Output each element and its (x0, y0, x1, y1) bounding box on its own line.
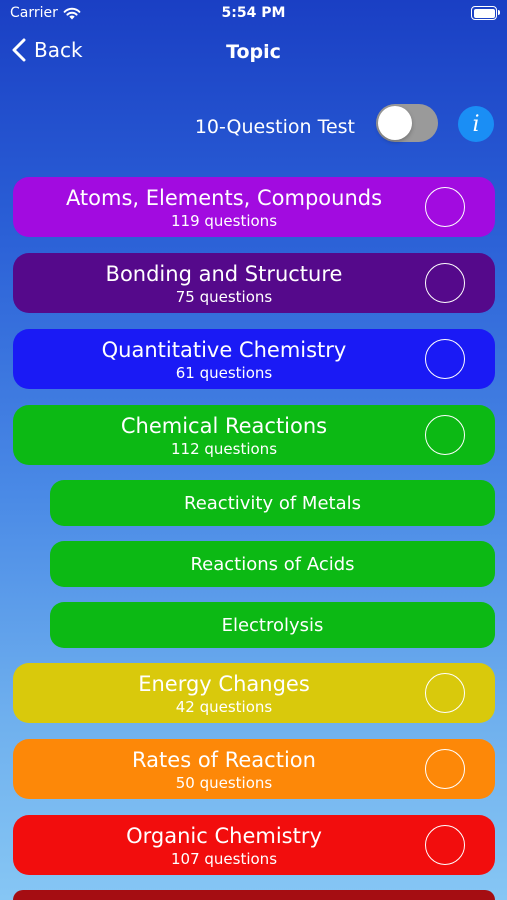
topic-name: Bonding and Structure (105, 262, 343, 286)
topic-name: Quantitative Chemistry (101, 338, 347, 362)
topic-name: Energy Changes (138, 672, 310, 696)
topic-question-count: 75 questions (175, 288, 273, 306)
subtopic-name: Electrolysis (221, 614, 324, 636)
subtopic-name: Reactions of Acids (190, 553, 355, 575)
select-circle-icon[interactable] (425, 339, 465, 379)
subtopic-reactivity-of-metals[interactable]: Reactivity of Metals (50, 480, 495, 526)
topic-question-count: 61 questions (175, 364, 273, 382)
topic-question-count: 50 questions (175, 774, 273, 792)
select-circle-icon[interactable] (425, 749, 465, 789)
subtopic-name: Reactivity of Metals (184, 492, 361, 514)
info-glyph: i (472, 111, 480, 137)
topic-rates-of-reaction[interactable]: Rates of Reaction 50 questions (13, 739, 495, 799)
topic-name: Chemical Reactions (120, 414, 328, 438)
toggle-knob (378, 106, 412, 140)
topic-question-count: 112 questions (170, 440, 278, 458)
topic-energy-changes[interactable]: Energy Changes 42 questions (13, 663, 495, 723)
topic-atoms-elements-compounds[interactable]: Atoms, Elements, Compounds 119 questions (13, 177, 495, 237)
topic-bonding-and-structure[interactable]: Bonding and Structure 75 questions (13, 253, 495, 313)
topic-question-count: 119 questions (170, 212, 278, 230)
topic-question-count: 107 questions (170, 850, 278, 868)
subtopic-electrolysis[interactable]: Electrolysis (50, 602, 495, 648)
topic-quantitative-chemistry[interactable]: Quantitative Chemistry 61 questions (13, 329, 495, 389)
topic-partially-visible[interactable] (13, 890, 495, 900)
info-icon[interactable]: i (458, 106, 494, 142)
select-circle-icon[interactable] (425, 187, 465, 227)
select-circle-icon[interactable] (425, 415, 465, 455)
page-title: Topic (226, 41, 281, 63)
topic-organic-chemistry[interactable]: Organic Chemistry 107 questions (13, 815, 495, 875)
select-circle-icon[interactable] (425, 673, 465, 713)
topic-question-count: 42 questions (175, 698, 273, 716)
topic-name: Organic Chemistry (126, 824, 322, 848)
battery-icon (471, 6, 500, 20)
topic-name: Atoms, Elements, Compounds (65, 186, 383, 210)
test-mode-label: 10-Question Test (194, 116, 355, 138)
status-time: 5:54 PM (221, 5, 286, 21)
test-mode-row: 10-Question Test i (0, 104, 507, 144)
topic-chemical-reactions[interactable]: Chemical Reactions 112 questions (13, 405, 495, 465)
topic-name: Rates of Reaction (132, 748, 316, 772)
test-mode-toggle[interactable] (376, 104, 438, 142)
status-bar: Carrier 5:54 PM (0, 0, 507, 28)
subtopic-reactions-of-acids[interactable]: Reactions of Acids (50, 541, 495, 587)
navigation-bar: Back Topic (0, 36, 507, 72)
select-circle-icon[interactable] (425, 263, 465, 303)
select-circle-icon[interactable] (425, 825, 465, 865)
